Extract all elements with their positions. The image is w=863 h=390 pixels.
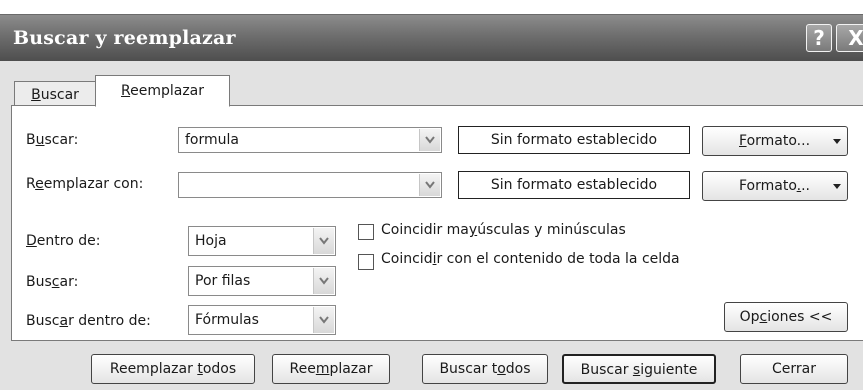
- dialog-title: Buscar y reemplazar: [13, 27, 236, 49]
- find-all-button[interactable]: Buscar todos: [422, 354, 548, 384]
- match-cell-checkbox[interactable]: [358, 254, 374, 270]
- chevron-down-icon[interactable]: [313, 228, 334, 254]
- replace-label: Reemplazar con:: [26, 176, 144, 192]
- find-value: formula: [185, 132, 239, 148]
- chevron-down-icon[interactable]: [313, 307, 334, 333]
- chevron-down-icon[interactable]: [313, 268, 334, 294]
- lookin-select[interactable]: Fórmulas: [188, 305, 336, 335]
- dropdown-arrow-icon: [833, 139, 841, 144]
- find-next-button[interactable]: Buscar siguiente: [562, 354, 716, 384]
- search-select[interactable]: Por filas: [188, 266, 336, 296]
- replace-format-status: Sin formato establecido: [458, 171, 690, 199]
- tab-buscar[interactable]: Buscar: [14, 81, 96, 105]
- find-replace-dialog: Buscar y reemplazar ? X Buscar Reemplaza…: [0, 14, 863, 390]
- replace-format-button[interactable]: Formato...: [702, 171, 848, 201]
- match-case-label: Coincidir mayúsculas y minúsculas: [381, 222, 626, 238]
- replace-input[interactable]: [178, 172, 442, 198]
- find-format-status: Sin formato establecido: [458, 126, 690, 154]
- within-label: Dentro de:: [26, 233, 101, 249]
- match-cell-label: Coincidir con el contenido de toda la ce…: [381, 251, 680, 267]
- search-label: Buscar:: [26, 274, 79, 290]
- within-select[interactable]: Hoja: [188, 226, 336, 256]
- close-button[interactable]: Cerrar: [740, 354, 848, 384]
- dropdown-arrow-icon: [833, 184, 841, 189]
- tab-reemplazar[interactable]: Reemplazar: [95, 75, 230, 107]
- help-button[interactable]: ?: [806, 24, 832, 52]
- find-format-button[interactable]: Formato...: [702, 126, 848, 156]
- lookin-label: Buscar dentro de:: [26, 313, 151, 329]
- find-label: Buscar:: [26, 132, 79, 148]
- replace-all-button[interactable]: Reemplazar todos: [91, 354, 255, 384]
- chevron-down-icon[interactable]: [419, 129, 440, 151]
- chevron-down-icon[interactable]: [419, 174, 440, 196]
- title-bar: Buscar y reemplazar ? X: [0, 15, 863, 61]
- match-case-checkbox[interactable]: [358, 224, 374, 240]
- tab-panel: Buscar: formula Sin formato establecido …: [11, 105, 863, 341]
- find-input[interactable]: formula: [178, 127, 442, 153]
- replace-button[interactable]: Reemplazar: [272, 354, 390, 384]
- options-button[interactable]: Opciones <<: [724, 302, 848, 332]
- close-window-button[interactable]: X: [836, 24, 863, 52]
